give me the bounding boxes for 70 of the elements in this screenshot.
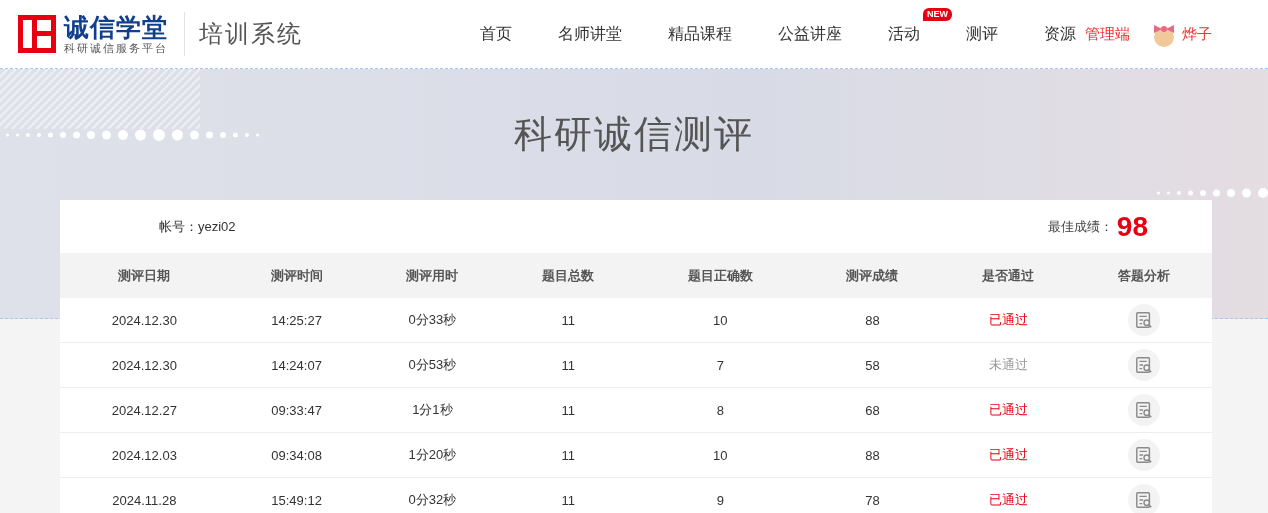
column-header: 答题分析 (1076, 253, 1212, 298)
table-cell: 2024.12.03 (60, 432, 229, 478)
table-cell: 10 (636, 432, 805, 478)
result-cell: 未通过 (940, 342, 1077, 388)
result-cell: 已通过 (940, 432, 1077, 478)
nav-link[interactable]: 资源 (1044, 23, 1076, 45)
logo-tagline: 科研诚信服务平台 (64, 41, 168, 55)
table-cell: 0分53秒 (364, 342, 501, 388)
table-cell: 7 (636, 342, 805, 388)
analysis-button[interactable] (1128, 394, 1161, 426)
table-cell: 14:25:27 (228, 298, 365, 343)
analysis-button[interactable] (1128, 349, 1161, 381)
document-search-icon (1135, 491, 1154, 509)
table-cell: 11 (500, 298, 637, 343)
nav-link[interactable]: 首页 (480, 23, 512, 45)
table-cell: 2024.12.30 (60, 342, 229, 388)
table-cell: 8 (636, 387, 805, 433)
logo-icon (17, 14, 57, 54)
table-cell: 10 (636, 298, 805, 343)
table-cell: 0分33秒 (364, 298, 501, 343)
nav-link[interactable]: 测评 (966, 23, 998, 45)
table-cell: 88 (804, 298, 941, 343)
admin-link[interactable]: 管理端 (1085, 24, 1130, 44)
table-cell: 09:33:47 (228, 387, 365, 433)
table-cell: 88 (804, 432, 941, 478)
analysis-button[interactable] (1128, 484, 1161, 513)
table-cell: 11 (500, 477, 637, 513)
document-search-icon (1135, 356, 1154, 374)
column-header: 测评日期 (60, 253, 229, 298)
column-header: 测评用时 (364, 253, 501, 298)
logo-name: 诚信学堂 (64, 13, 168, 41)
table-cell: 1分1秒 (364, 387, 501, 433)
result-cell: 已通过 (940, 477, 1077, 513)
analysis-button[interactable] (1128, 439, 1161, 471)
table-cell: 2024.12.30 (60, 298, 229, 343)
page-title: 科研诚信测评 (514, 112, 754, 157)
table-cell: 15:49:12 (228, 477, 365, 513)
table-cell: 78 (804, 477, 941, 513)
document-search-icon (1135, 446, 1154, 464)
table-cell: 58 (804, 342, 941, 388)
table-cell: 2024.12.27 (60, 387, 229, 433)
result-cell: 已通过 (940, 298, 1077, 343)
account-label: 帐号：yezi02 (159, 217, 236, 236)
table-cell: 11 (500, 387, 637, 433)
analysis-button[interactable] (1128, 304, 1161, 336)
best-score-label: 最佳成绩： (1047, 217, 1113, 236)
table-cell: 68 (804, 387, 941, 433)
table-cell: 9 (636, 477, 805, 513)
best-score: 98 (1116, 210, 1148, 243)
nav-link[interactable]: 名师讲堂 (558, 23, 622, 45)
document-search-icon (1135, 401, 1154, 419)
document-search-icon (1135, 311, 1154, 329)
table-cell: 2024.11.28 (60, 477, 229, 513)
new-badge: NEW (923, 7, 952, 21)
table-cell: 14:24:07 (228, 342, 365, 388)
column-header: 题目总数 (500, 253, 637, 298)
table-cell: 1分20秒 (364, 432, 501, 478)
user-name[interactable]: 烨子 (1182, 24, 1212, 44)
table-cell: 11 (500, 342, 637, 388)
table-cell: 11 (500, 432, 637, 478)
result-cell: 已通过 (940, 387, 1077, 433)
nav-link[interactable]: 公益讲座 (778, 23, 842, 45)
column-header: 是否通过 (940, 253, 1077, 298)
column-header: 题目正确数 (636, 253, 805, 298)
nav-link[interactable]: 精品课程 (668, 23, 732, 45)
column-header: 测评时间 (228, 253, 365, 298)
table-cell: 0分32秒 (364, 477, 501, 513)
system-title: 培训系统 (199, 20, 303, 49)
column-header: 测评成绩 (804, 253, 941, 298)
table-cell: 09:34:08 (228, 432, 365, 478)
